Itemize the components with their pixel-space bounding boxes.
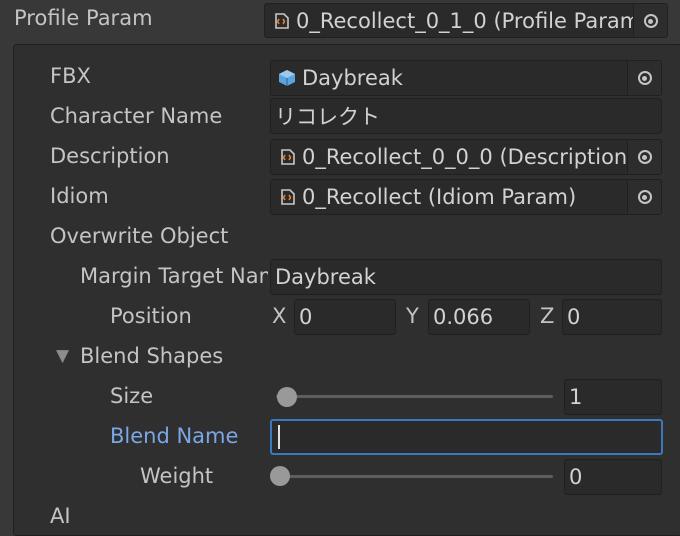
position-z-input[interactable]: 0 <box>562 299 662 335</box>
blend-shapes-label: Blend Shapes <box>80 344 224 368</box>
description-field[interactable]: 0_Recollect_0_0_0 (Description Param) <box>270 139 662 175</box>
position-x-input[interactable]: 0 <box>294 299 396 335</box>
description-label: Description <box>50 144 170 168</box>
weight-value: 0 <box>569 465 583 489</box>
blend-name-label: Blend Name <box>110 424 239 448</box>
overwrite-object-label: Overwrite Object <box>50 224 229 248</box>
character-name-value: リコレクト <box>275 105 380 129</box>
position-y-value: 0.066 <box>433 305 494 329</box>
margin-target-name-label: Margin Target Name <box>80 264 268 288</box>
size-slider-track[interactable] <box>276 395 553 398</box>
position-z-label: Z <box>540 304 555 328</box>
description-value: 0_Recollect_0_0_0 (Description Param) <box>302 145 661 169</box>
object-picker-icon <box>637 190 652 204</box>
position-y-label: Y <box>406 304 419 328</box>
position-z-value: 0 <box>567 305 581 329</box>
prefab-cube-icon <box>279 70 295 86</box>
position-x-label: X <box>272 304 287 328</box>
foldout-arrow-icon: ▼ <box>56 346 70 366</box>
weight-input[interactable]: 0 <box>564 459 662 495</box>
weight-slider-thumb[interactable] <box>270 466 290 486</box>
ai-section-label: AI <box>50 504 71 528</box>
position-label: Position <box>110 304 192 328</box>
profile-param-label: Profile Param <box>14 6 153 30</box>
profile-param-field[interactable]: 0_Recollect_0_1_0 (Profile Param) <box>264 3 668 38</box>
object-picker-icon <box>637 71 652 85</box>
object-picker-icon <box>643 14 658 28</box>
profile-param-value: 0_Recollect_0_1_0 (Profile Param) <box>296 8 649 33</box>
character-name-label: Character Name <box>50 104 223 128</box>
idiom-label: Idiom <box>50 184 109 208</box>
weight-label: Weight <box>140 464 214 488</box>
idiom-field[interactable]: 0_Recollect (Idiom Param) <box>270 179 662 215</box>
scriptable-object-icon <box>281 149 295 165</box>
margin-target-name-input[interactable]: Daybreak <box>270 259 662 295</box>
size-label: Size <box>110 384 154 408</box>
description-picker[interactable] <box>627 140 661 174</box>
character-name-input[interactable]: リコレクト <box>270 98 662 134</box>
scriptable-object-icon <box>275 12 289 29</box>
fbx-label: FBX <box>50 64 91 88</box>
fbx-value: Daybreak <box>302 66 403 90</box>
size-value: 1 <box>569 385 583 409</box>
object-picker-icon <box>637 150 652 164</box>
position-x-value: 0 <box>299 305 313 329</box>
size-slider-thumb[interactable] <box>277 387 297 407</box>
size-input[interactable]: 1 <box>564 379 662 415</box>
blend-shapes-foldout[interactable]: ▼ Blend Shapes <box>56 344 223 368</box>
fbx-picker[interactable] <box>627 61 661 95</box>
idiom-picker[interactable] <box>627 180 661 214</box>
position-y-input[interactable]: 0.066 <box>428 299 530 335</box>
margin-target-name-value: Daybreak <box>275 265 376 289</box>
weight-slider-track[interactable] <box>276 475 553 478</box>
text-caret <box>278 425 280 449</box>
scriptable-object-icon <box>281 189 295 205</box>
fbx-field[interactable]: Daybreak <box>270 60 662 96</box>
blend-name-input[interactable] <box>270 419 663 455</box>
idiom-value: 0_Recollect (Idiom Param) <box>302 185 577 209</box>
profile-param-picker[interactable] <box>633 4 667 37</box>
